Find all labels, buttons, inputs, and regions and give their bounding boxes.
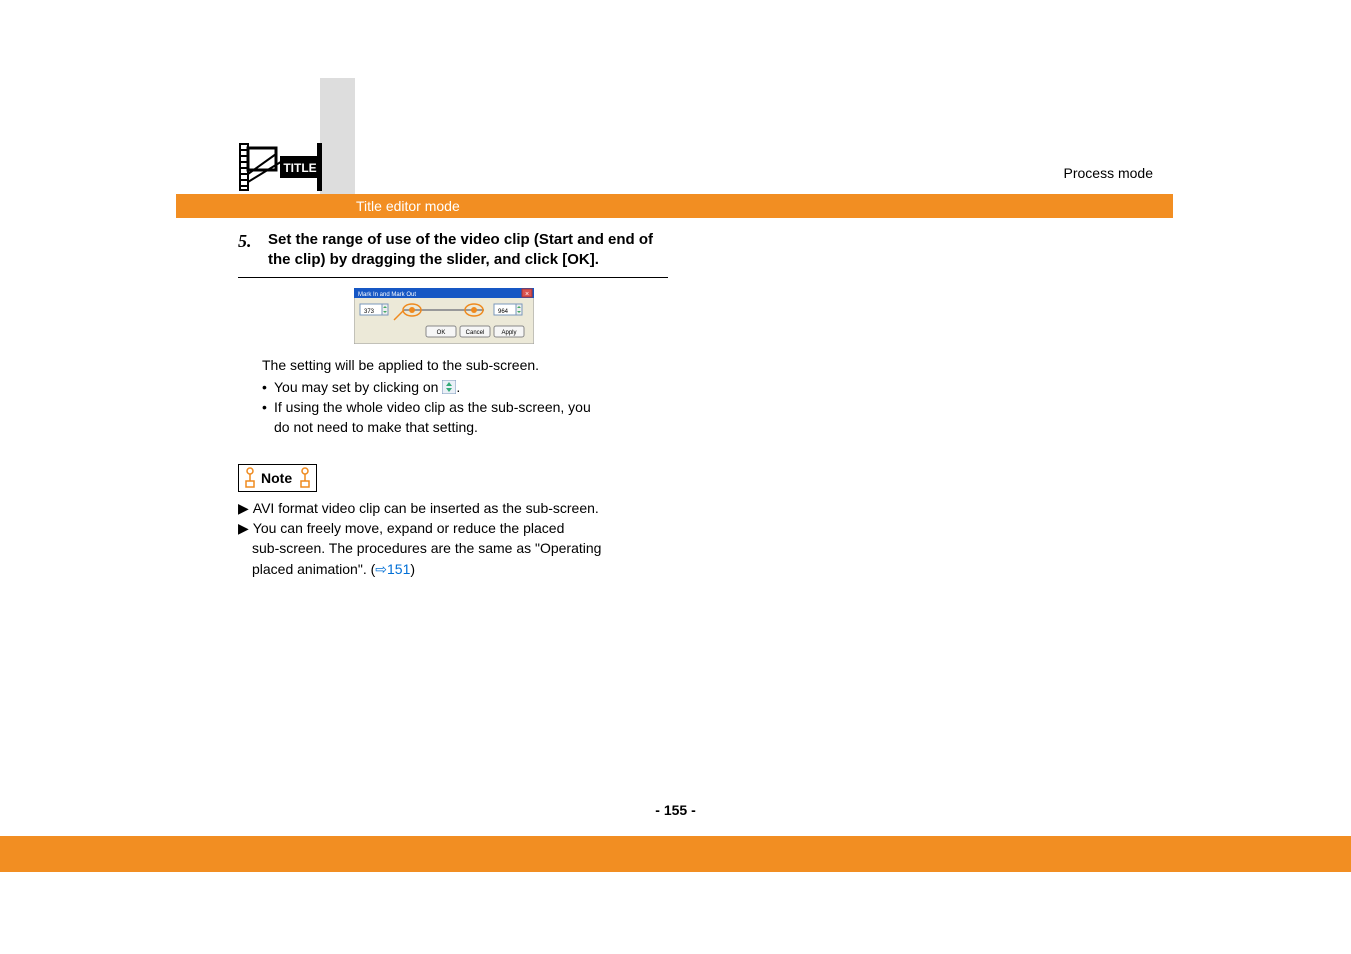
dialog-illustration: Mark In and Mark Out × 373	[354, 288, 534, 349]
pin-icon	[239, 467, 261, 489]
section-orange-bar: Title editor mode	[176, 194, 1173, 218]
note-item-2: ▶ You can freely move, expand or reduce …	[238, 518, 668, 538]
note-list: ▶ AVI format video clip can be inserted …	[238, 498, 668, 579]
note-1-text: AVI format video clip can be inserted as…	[253, 498, 599, 518]
bullet-2-line1: If using the whole video clip as the sub…	[274, 397, 591, 417]
page-link-151[interactable]: 151	[387, 561, 410, 577]
bullet-1-prefix: You may set by clicking on	[274, 379, 442, 395]
svg-text:×: ×	[525, 291, 529, 298]
sub-text-block: The setting will be applied to the sub-s…	[262, 355, 668, 438]
bullet-dot-icon: •	[262, 397, 270, 417]
footer-orange-bar	[0, 836, 1351, 872]
note-section: Note ▶ AVI format video clip can be inse…	[238, 464, 668, 579]
bullet-dot-icon: •	[262, 377, 270, 397]
note-2-line3-suffix: )	[410, 561, 415, 577]
step-number: 5.	[238, 230, 260, 253]
page-root: TITLE Process mode Title editor mode 5. …	[0, 0, 1351, 954]
bullet-1: • You may set by clicking on .	[262, 377, 668, 397]
note-2-line3: placed animation". (⇨151)	[238, 559, 668, 579]
bullet-2-line2: do not need to make that setting.	[262, 417, 668, 437]
note-2-line2: sub-screen. The procedures are the same …	[238, 538, 668, 558]
process-mode-label: Process mode	[1064, 165, 1153, 181]
title-editor-mode-label: Title editor mode	[356, 194, 460, 218]
svg-text:964: 964	[498, 309, 509, 315]
svg-text:TITLE: TITLE	[283, 161, 316, 175]
note-2-line1: You can freely move, expand or reduce th…	[253, 518, 565, 538]
applied-text: The setting will be applied to the sub-s…	[262, 355, 668, 375]
note-box: Note	[238, 464, 317, 492]
pin-icon	[294, 467, 316, 489]
note-2-line3-prefix: placed animation". (	[252, 561, 375, 577]
triangle-icon: ▶	[238, 518, 249, 538]
bullet-1-text: You may set by clicking on .	[274, 377, 460, 397]
bullet-1-suffix: .	[456, 379, 460, 395]
note-item-1: ▶ AVI format video clip can be inserted …	[238, 498, 668, 518]
svg-text:OK: OK	[437, 330, 446, 336]
spinner-icon	[442, 379, 456, 393]
content-column: 5. Set the range of use of the video cli…	[238, 230, 668, 579]
svg-text:Cancel: Cancel	[466, 330, 485, 336]
step-row: 5. Set the range of use of the video cli…	[238, 230, 668, 278]
svg-text:Apply: Apply	[501, 330, 516, 336]
title-icon: TITLE	[238, 142, 322, 192]
link-arrow-icon: ⇨	[375, 561, 387, 577]
step-instruction: Set the range of use of the video clip (…	[268, 230, 668, 271]
page-number: - 155 -	[0, 802, 1351, 818]
svg-text:373: 373	[364, 309, 375, 315]
triangle-icon: ▶	[238, 498, 249, 518]
note-label: Note	[261, 470, 294, 486]
bullet-2: • If using the whole video clip as the s…	[262, 397, 668, 417]
dialog-title-svg: Mark In and Mark Out	[358, 292, 416, 298]
